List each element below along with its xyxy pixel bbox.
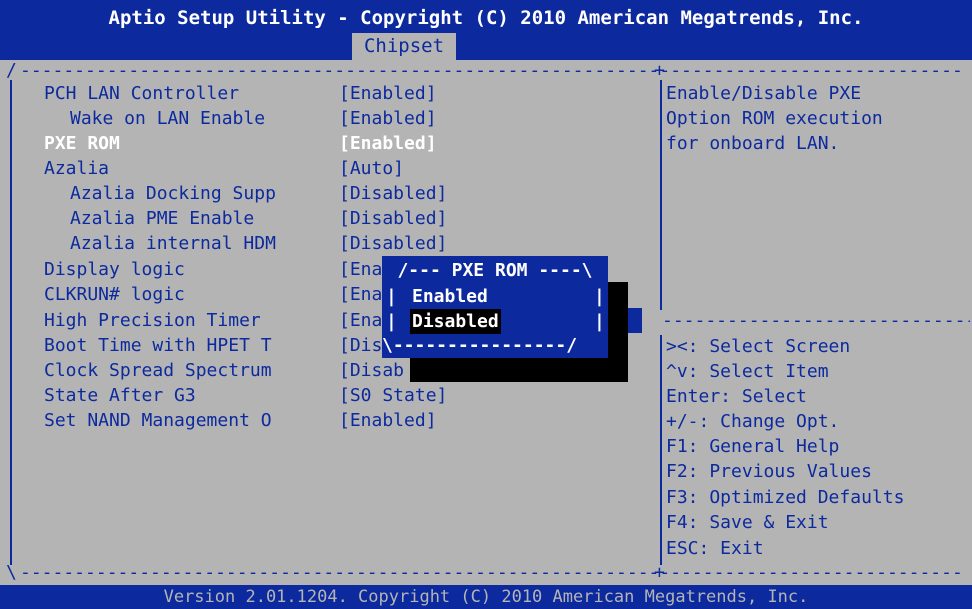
setting-value[interactable]: [Ena	[339, 257, 382, 282]
setting-azalia-pme[interactable]: Azalia PME Enable [Disabled]	[0, 206, 650, 231]
panel-divider-lower	[660, 335, 662, 565]
setting-label: Clock Spread Spectrum	[44, 360, 272, 381]
popup-edge-marker	[628, 308, 642, 333]
popup-left-border: |	[386, 286, 397, 307]
popup-option-enabled[interactable]: Enabled	[410, 284, 490, 309]
setting-wake-on-lan[interactable]: Wake on LAN Enable [Enabled]	[0, 106, 650, 131]
footer-version: Version 2.01.1204. Copyright (C) 2010 Am…	[0, 585, 972, 609]
setting-pch-lan-controller[interactable]: PCH LAN Controller [Enabled]	[0, 81, 650, 106]
key-help-line: Enter: Select	[666, 386, 807, 407]
setting-state-after-g3[interactable]: State After G3 [S0 State]	[0, 383, 650, 408]
setting-value[interactable]: [Enabled]	[339, 106, 437, 131]
help-separator: ----------------------------------------	[662, 310, 970, 331]
setting-value[interactable]: [Ena	[339, 282, 382, 307]
setting-value[interactable]: [Auto]	[339, 156, 404, 181]
setting-azalia-docking[interactable]: Azalia Docking Supp [Disabled]	[0, 181, 650, 206]
popup-title: /--- PXE ROM ----\	[397, 260, 593, 281]
setting-azalia-internal-hdmi[interactable]: Azalia internal HDM [Disabled]	[0, 231, 650, 256]
setting-label: Boot Time with HPET T	[44, 335, 272, 356]
setting-label: Azalia	[44, 158, 110, 179]
setting-label: State After G3	[44, 385, 196, 406]
setting-value[interactable]: [Enabled]	[339, 81, 437, 106]
help-text-line: for onboard LAN.	[666, 133, 840, 154]
tab-chipset[interactable]: Chipset	[352, 33, 456, 60]
setting-value[interactable]: [Disabled]	[339, 231, 447, 256]
setting-value[interactable]: [Ena	[339, 308, 382, 333]
key-help-line: ESC: Exit	[666, 538, 764, 559]
frame-bottom-divider: +	[654, 562, 665, 583]
key-help-line: F3: Optimized Defaults	[666, 487, 905, 508]
setting-label: CLKRUN# logic	[44, 284, 185, 305]
panel-divider-upper	[660, 80, 662, 310]
setting-pxe-rom[interactable]: PXE ROM [Enabled]	[0, 131, 650, 156]
setting-value[interactable]: [S0 State]	[339, 383, 447, 408]
setting-label: Azalia Docking Supp	[70, 183, 276, 204]
key-help-line: F2: Previous Values	[666, 461, 872, 482]
setting-value[interactable]: [Dis	[339, 333, 382, 358]
key-help-line: F4: Save & Exit	[666, 512, 829, 533]
help-text-line: Option ROM execution	[666, 108, 883, 129]
frame-top-border: ----------------------------------------…	[20, 60, 964, 81]
popup-left-border: |	[386, 311, 397, 332]
setting-label: Set NAND Management O	[44, 410, 272, 431]
setting-value[interactable]: [Enabled]	[339, 408, 437, 433]
setting-label: High Precision Timer	[44, 310, 261, 331]
key-help-line: F1: General Help	[666, 436, 840, 457]
app-title: Aptio Setup Utility - Copyright (C) 2010…	[108, 7, 864, 29]
key-help-line: +/-: Change Opt.	[666, 411, 840, 432]
setting-label: Azalia internal HDM	[70, 233, 276, 254]
setting-label: Azalia PME Enable	[70, 208, 255, 229]
setting-value[interactable]: [Enabled]	[339, 131, 437, 156]
popup-right-border: |	[594, 286, 605, 307]
setting-value[interactable]: [Disabled]	[339, 181, 447, 206]
frame-corner-bottom-left: \	[6, 562, 17, 583]
setting-azalia[interactable]: Azalia [Auto]	[0, 156, 650, 181]
setting-label: Wake on LAN Enable	[70, 108, 266, 129]
key-help-line: ^v: Select Item	[666, 361, 829, 382]
key-help-line: ><: Select Screen	[666, 336, 851, 357]
help-text-line: Enable/Disable PXE	[666, 83, 862, 104]
setting-label: PXE ROM	[44, 133, 120, 154]
popup-right-border: |	[594, 311, 605, 332]
frame-bottom-border: ----------------------------------------…	[20, 562, 964, 583]
setting-nand-management[interactable]: Set NAND Management O [Enabled]	[0, 408, 650, 433]
popup-bottom-border: \----------------/	[382, 335, 578, 356]
setting-value[interactable]: [Disab	[339, 358, 404, 383]
title-bar: Aptio Setup Utility - Copyright (C) 2010…	[0, 0, 972, 60]
popup-option-disabled[interactable]: Disabled	[410, 309, 501, 334]
bios-screen: Aptio Setup Utility - Copyright (C) 2010…	[0, 0, 972, 609]
setting-value[interactable]: [Disabled]	[339, 206, 447, 231]
setting-label: Display logic	[44, 259, 185, 280]
setting-label: PCH LAN Controller	[44, 83, 240, 104]
